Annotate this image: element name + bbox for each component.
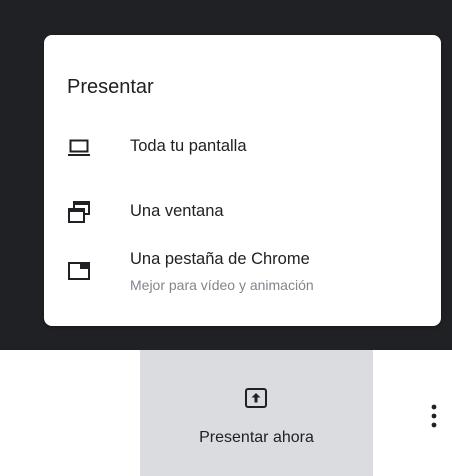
menu-item-window[interactable]: Una ventana [44, 195, 441, 231]
present-to-all-icon [245, 388, 267, 408]
present-now-label: Presentar ahora [199, 429, 314, 446]
window-icon [68, 201, 90, 223]
menu-item-label: Una ventana [130, 202, 224, 220]
menu-item-label: Toda tu pantalla [130, 137, 247, 155]
menu-item-sublabel: Mejor para vídeo y animación [130, 277, 314, 293]
laptop-icon [68, 139, 90, 156]
present-now-button[interactable]: Presentar ahora [140, 350, 373, 476]
more-options-button[interactable] [420, 396, 448, 436]
menu-title: Presentar [67, 76, 154, 98]
more-vert-icon [431, 404, 437, 428]
menu-item-entire-screen[interactable]: Toda tu pantalla [44, 130, 441, 166]
menu-item-chrome-tab[interactable]: Una pestaña de Chrome Mejor para vídeo y… [44, 245, 441, 297]
menu-item-label: Una pestaña de Chrome [130, 250, 310, 268]
present-menu: Presentar Toda tu pantalla Una ventana U [44, 35, 441, 326]
tab-icon [68, 262, 90, 280]
meet-present-screen: Presentar Toda tu pantalla Una ventana U [0, 0, 452, 476]
